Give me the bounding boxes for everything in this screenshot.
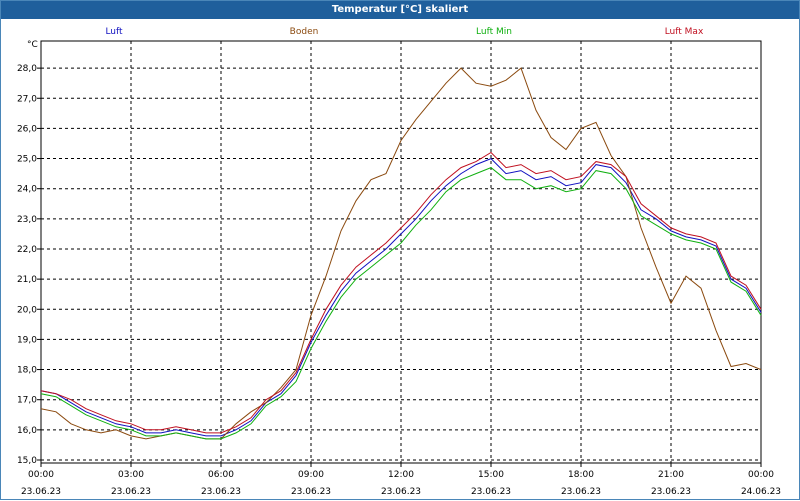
x-tick-date-label: 23.06.23: [21, 487, 61, 497]
x-tick-time-label: 03:00: [118, 470, 144, 480]
y-tick-label: 23,0: [17, 215, 37, 225]
legend-item-luft-max: Luft Max: [665, 27, 704, 37]
x-tick-date-label: 23.06.23: [291, 487, 331, 497]
y-axis-unit-label: °C: [27, 40, 38, 50]
series-line-luft: [40, 158, 762, 437]
x-tick-time-label: 18:00: [568, 470, 594, 480]
y-axis-ticks: 15,0 16,0 17,0 18,0 19,0 20,0 21,0 22,0 23,0 24,0…: [17, 64, 41, 466]
x-tick-time-label: 00:00: [748, 470, 774, 480]
chart-window: Temperatur [°C] skaliert Luft Boden Luft M…: [0, 0, 800, 500]
x-tick-time-label: 09:00: [298, 470, 324, 480]
x-tick-date-label: 23.06.23: [471, 487, 511, 497]
y-tick-label: 28,0: [17, 64, 37, 74]
x-tick-time-label: 12:00: [388, 470, 414, 480]
legend-item-luft-min: Luft Min: [476, 27, 512, 37]
x-tick-date-label: 23.06.23: [111, 487, 151, 497]
x-tick-date-label: 24.06.23: [741, 487, 781, 497]
y-tick-label: 24,0: [17, 185, 37, 195]
x-tick-date-label: 23.06.23: [651, 487, 691, 497]
legend-item-luft: Luft: [105, 27, 123, 37]
x-tick-time-label: 06:00: [208, 470, 234, 480]
y-tick-label: 22,0: [17, 245, 37, 255]
y-tick-label: 15,0: [17, 456, 37, 466]
x-tick-date-label: 23.06.23: [561, 487, 601, 497]
legend-item-boden: Boden: [290, 27, 319, 37]
x-tick-date-label: 23.06.23: [381, 487, 421, 497]
y-tick-label: 16,0: [17, 426, 37, 436]
y-tick-label: 27,0: [17, 94, 37, 104]
series-line-luft-min: [40, 167, 762, 440]
legend: Luft Boden Luft Min Luft Max: [105, 27, 704, 37]
x-tick-date-label: 23.06.23: [201, 487, 241, 497]
x-tick-time-label: 15:00: [478, 470, 504, 480]
gridlines: [41, 41, 761, 463]
y-tick-label: 20,0: [17, 305, 37, 315]
x-tick-time-label: 21:00: [658, 470, 684, 480]
x-tick-time-label: 00:00: [28, 470, 54, 480]
y-tick-label: 17,0: [17, 396, 37, 406]
temperature-chart: Luft Boden Luft Min Luft Max °C 15,0 16,0 17,…: [17, 27, 781, 497]
y-tick-label: 26,0: [17, 124, 37, 134]
y-tick-label: 21,0: [17, 275, 37, 285]
y-tick-label: 25,0: [17, 155, 37, 165]
y-tick-label: 18,0: [17, 366, 37, 376]
x-axis-ticks: 00:00 23.06.23 03:00 23.06.23 06:00 23.06.23 0…: [21, 463, 781, 497]
y-tick-label: 19,0: [17, 335, 37, 345]
